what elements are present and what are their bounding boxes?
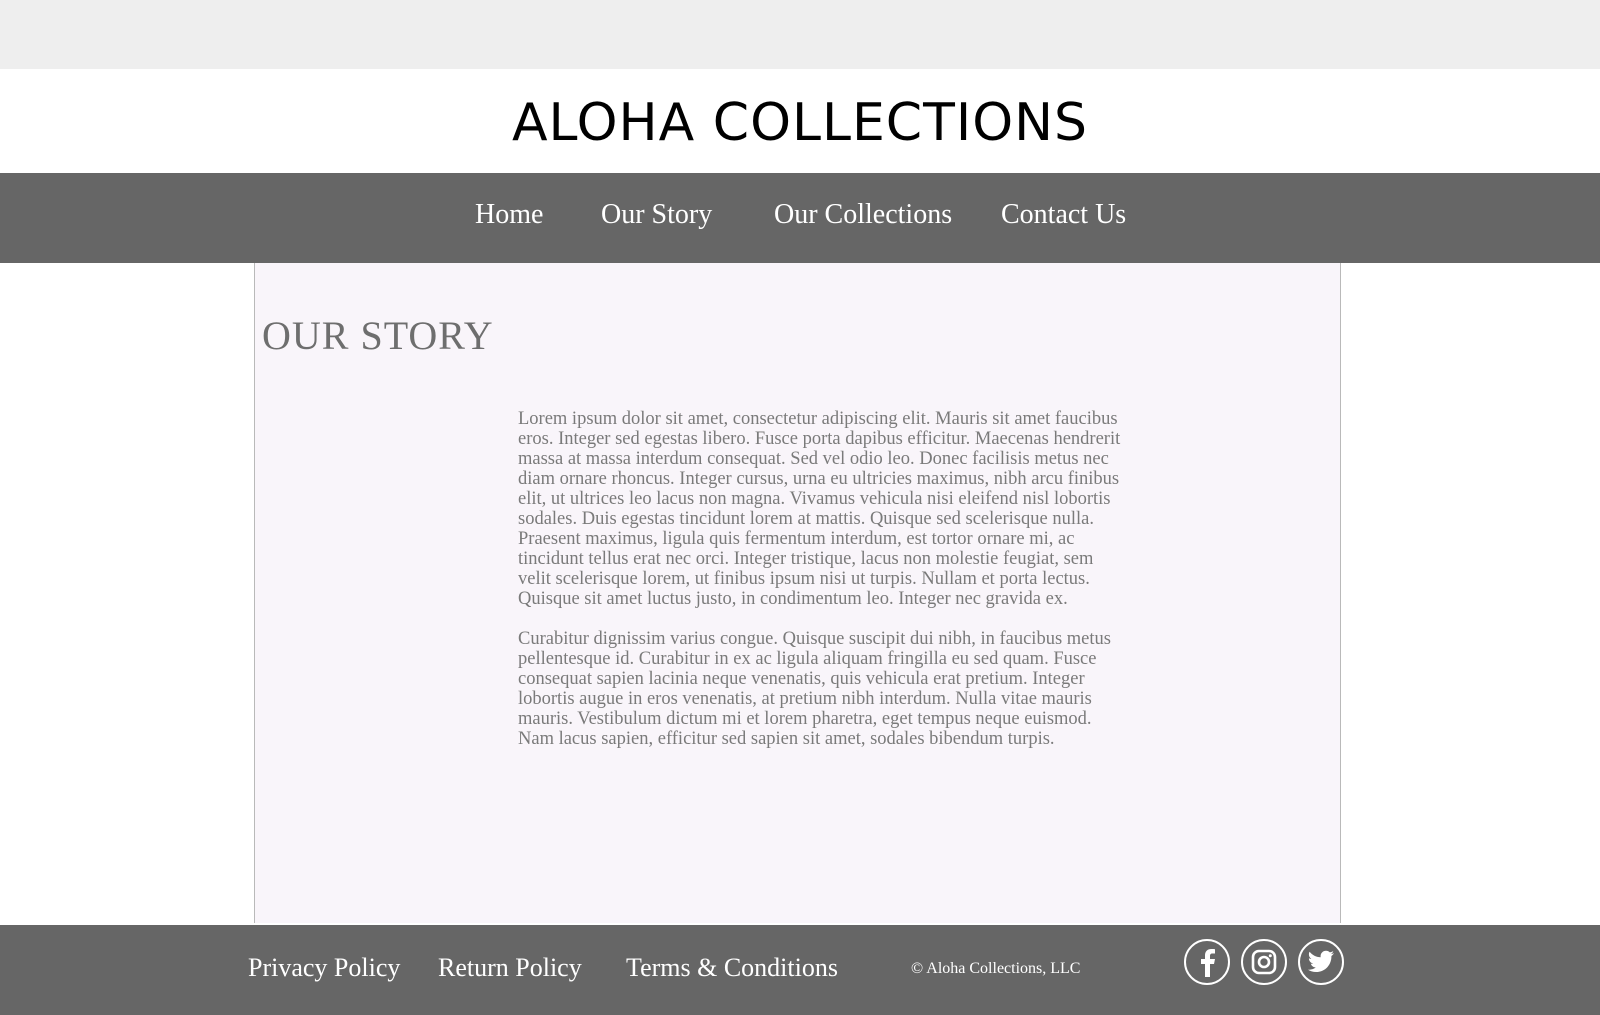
story-paragraph-2: Curabitur dignissim varius congue. Quisq… (518, 629, 1111, 749)
nav-our-story[interactable]: Our Story (601, 197, 712, 233)
story-text: Lorem ipsum dolor sit amet, consectetur … (518, 409, 1128, 769)
twitter-icon (1307, 950, 1334, 972)
site-footer: Privacy Policy Return Policy Terms & Con… (0, 925, 1600, 1015)
nav-home[interactable]: Home (475, 197, 543, 233)
story-paragraph-1: Lorem ipsum dolor sit amet, consectetur … (518, 409, 1121, 609)
main-nav: Home Our Story Our Collections Contact U… (0, 173, 1600, 263)
footer-return-policy[interactable]: Return Policy (438, 951, 582, 985)
footer-terms-conditions[interactable]: Terms & Conditions (626, 951, 838, 985)
top-strip (0, 0, 1600, 69)
facebook-link[interactable] (1184, 939, 1230, 985)
instagram-link[interactable] (1241, 939, 1287, 985)
site-title: ALOHA COLLECTIONS (511, 93, 1089, 153)
instagram-icon (1251, 949, 1277, 975)
facebook-icon (1201, 949, 1215, 977)
twitter-link[interactable] (1298, 939, 1344, 985)
copyright-text: © Aloha Collections, LLC (911, 960, 1081, 977)
content-panel: OUR STORY Lorem ipsum dolor sit amet, co… (254, 263, 1341, 923)
nav-contact-us[interactable]: Contact Us (1001, 197, 1126, 233)
site-header: ALOHA COLLECTIONS (0, 69, 1600, 173)
footer-privacy-policy[interactable]: Privacy Policy (248, 951, 400, 985)
nav-our-collections[interactable]: Our Collections (774, 197, 952, 233)
page-title: OUR STORY (262, 313, 494, 358)
